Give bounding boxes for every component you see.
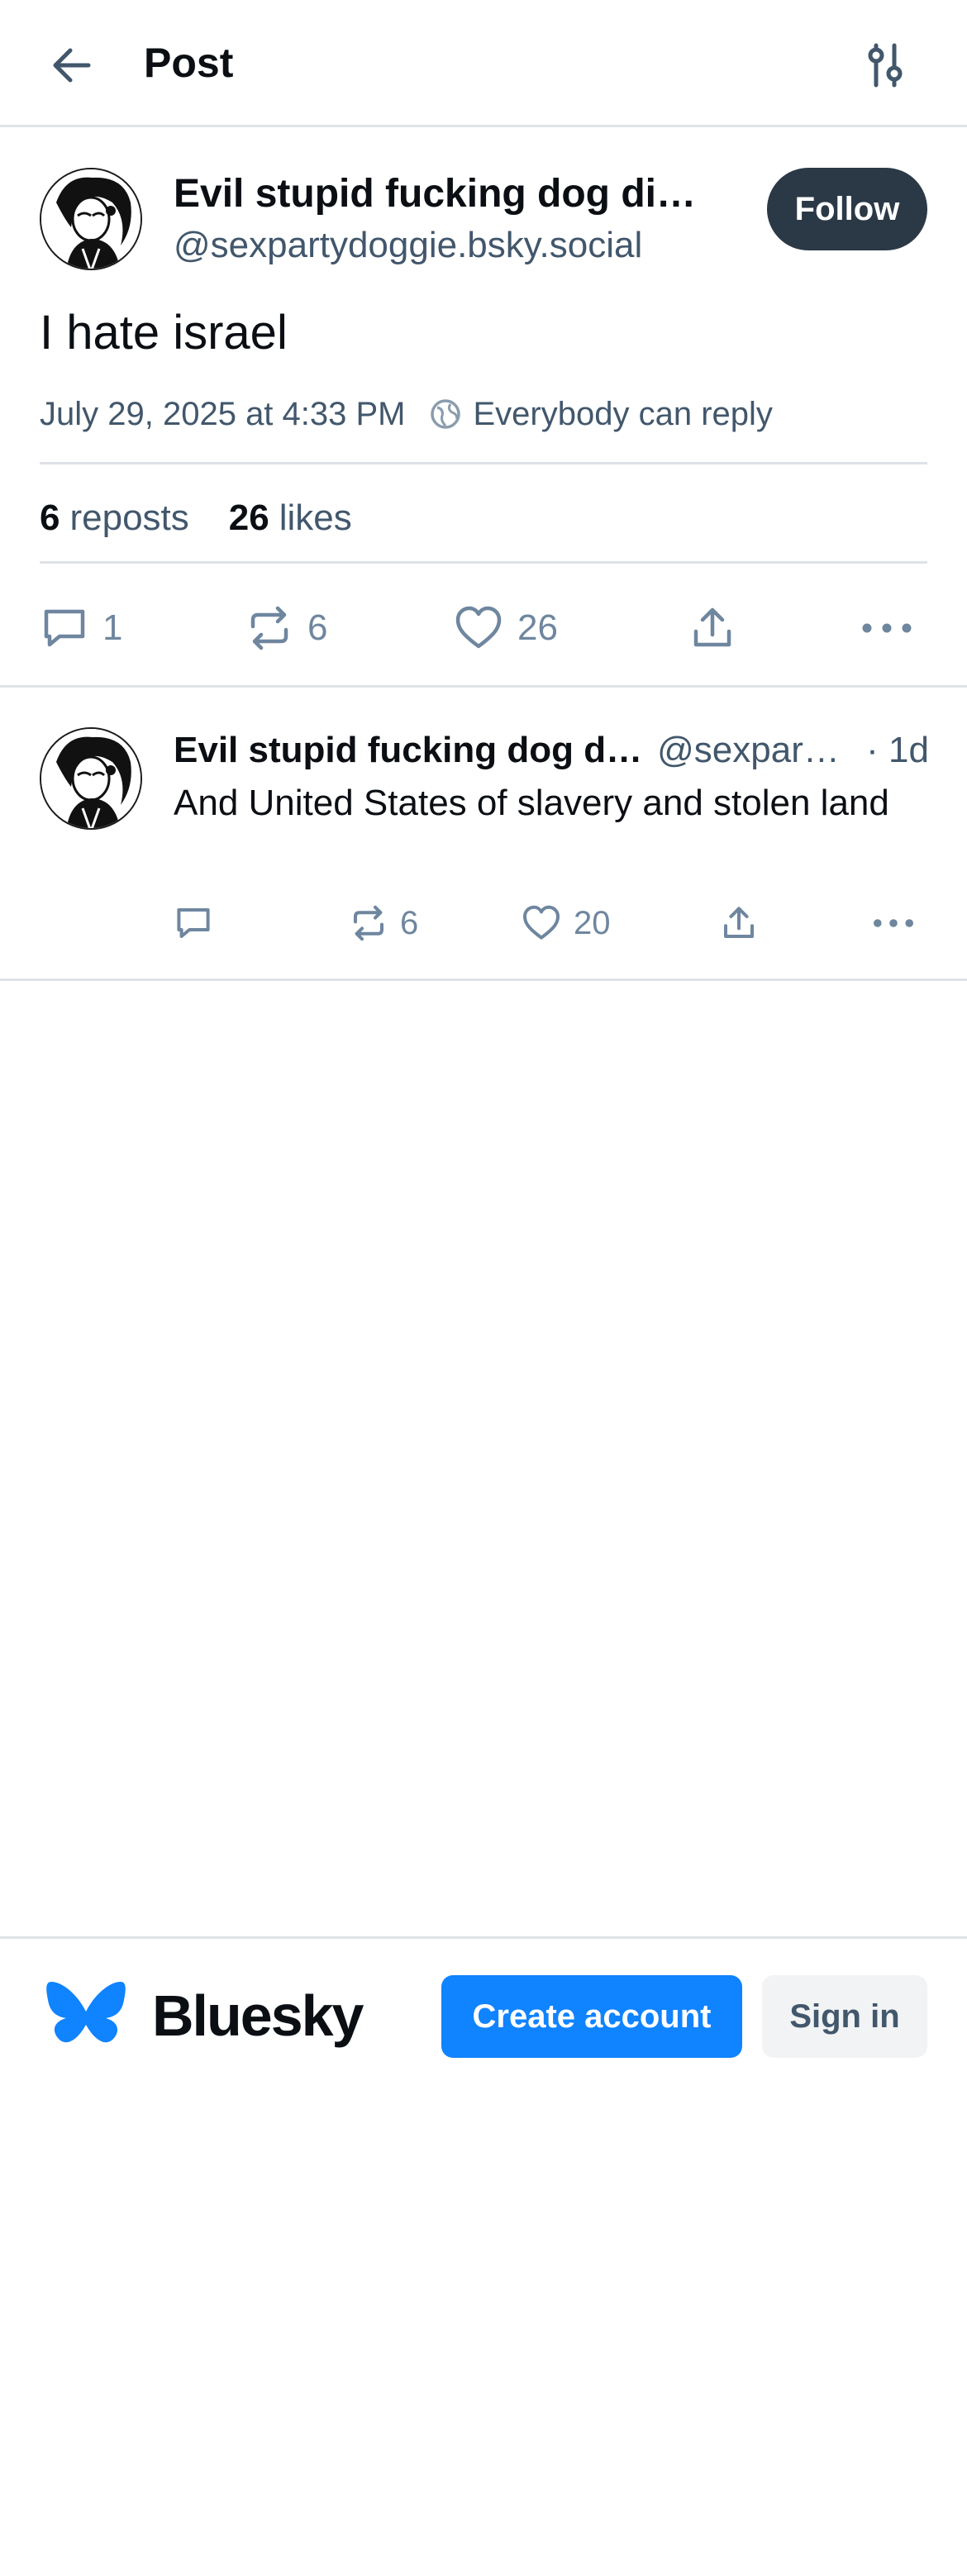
signup-bar: Bluesky Create account Sign in	[0, 1936, 967, 2060]
reply-button[interactable]: 1	[40, 588, 122, 668]
engagement-counts: 6 reposts 26 likes	[40, 485, 352, 551]
likes-label: likes	[279, 498, 352, 538]
avatar[interactable]	[40, 168, 142, 270]
repost-button[interactable]: 6	[349, 894, 418, 952]
globe-icon	[430, 399, 460, 429]
reply-author-name[interactable]: Evil stupid fucking dog d…	[174, 730, 642, 771]
likes-count-link[interactable]: 26 likes	[229, 498, 352, 539]
divider	[40, 561, 927, 564]
repost-button[interactable]: 6	[245, 588, 327, 668]
share-button[interactable]	[688, 588, 737, 668]
like-button[interactable]: 20	[521, 894, 611, 952]
like-button[interactable]: 26	[453, 588, 558, 668]
create-account-button[interactable]: Create account	[441, 1975, 742, 2058]
page: Post Evil stupid fucking dog di… @sexpar…	[0, 0, 967, 2576]
post-timestamp: July 29, 2025 at 4:33 PM	[40, 395, 406, 432]
repost-count: 6	[400, 904, 419, 941]
repost-count: 6	[307, 607, 328, 648]
divider	[40, 462, 927, 464]
likes-count: 26	[228, 498, 269, 538]
reply-header: Evil stupid fucking dog d… @sexpar… · 1d	[174, 724, 929, 777]
reposts-count-link[interactable]: 6 reposts	[40, 498, 189, 539]
comment-icon	[44, 609, 85, 647]
sign-in-button[interactable]: Sign in	[762, 1975, 927, 2058]
reply-post[interactable]: Evil stupid fucking dog d… @sexpar… · 1d…	[0, 688, 967, 981]
sliders-icon	[868, 43, 903, 88]
share-icon	[693, 607, 731, 647]
avatar-illustration	[41, 729, 141, 828]
avatar-illustration	[41, 169, 141, 269]
heart-icon	[455, 606, 502, 649]
reply-rule[interactable]: Everybody can reply	[429, 396, 773, 433]
post-meta: July 29, 2025 at 4:33 PM Everybody can r…	[40, 389, 773, 439]
heart-icon	[523, 905, 560, 940]
follow-button[interactable]: Follow	[767, 168, 927, 250]
share-button[interactable]	[719, 894, 759, 952]
reply-timestamp[interactable]: · 1d	[866, 730, 929, 771]
post-text: I hate israel	[40, 306, 288, 359]
comment-icon	[177, 908, 210, 938]
like-count: 20	[574, 904, 611, 941]
more-options-button[interactable]	[871, 894, 916, 952]
author-display-name[interactable]: Evil stupid fucking dog di…	[174, 169, 736, 219]
ellipsis-icon	[862, 623, 912, 633]
avatar[interactable]	[40, 727, 142, 830]
more-options-button[interactable]	[860, 588, 914, 668]
reply-text: And United States of slavery and stolen …	[174, 783, 889, 823]
repost-icon	[354, 905, 383, 941]
post-actions: 1 6 26	[40, 588, 927, 668]
page-title: Post	[144, 40, 234, 86]
bluesky-logo[interactable]: Bluesky	[45, 1978, 364, 2053]
reply-button[interactable]	[174, 894, 225, 952]
author-handle[interactable]: @sexpartydoggie.bsky.social	[174, 222, 642, 269]
arrow-left-icon	[53, 48, 91, 83]
ellipsis-icon	[874, 919, 913, 927]
back-button[interactable]	[43, 36, 101, 94]
repost-icon	[250, 606, 288, 650]
reply-count: 1	[102, 607, 123, 648]
reply-rule-label: Everybody can reply	[473, 395, 773, 432]
share-icon	[724, 907, 754, 938]
main-post: Evil stupid fucking dog di… @sexpartydog…	[0, 130, 967, 688]
reposts-count: 6	[40, 498, 60, 538]
like-count: 26	[517, 607, 558, 648]
reply-actions: 6 20	[174, 894, 927, 952]
reply-author-handle[interactable]: @sexpar…	[657, 730, 840, 771]
thread-settings-button[interactable]	[856, 36, 914, 94]
butterfly-icon	[46, 1982, 126, 2043]
brand-name: Bluesky	[152, 1983, 364, 2048]
reposts-label: reposts	[69, 498, 189, 538]
top-bar: Post	[0, 0, 967, 127]
